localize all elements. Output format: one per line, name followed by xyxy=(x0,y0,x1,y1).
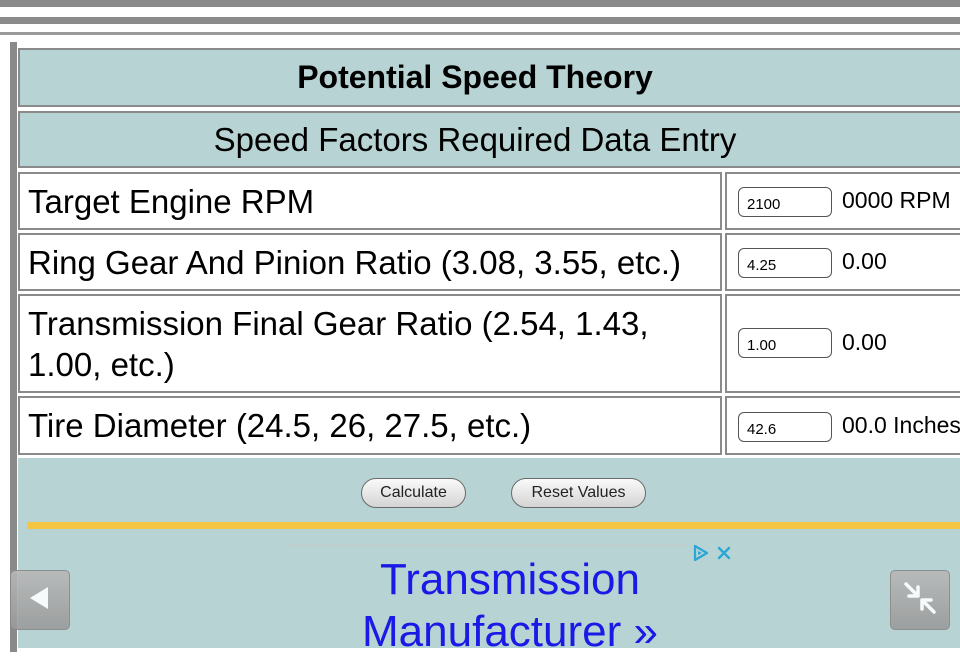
ad-top-rule xyxy=(287,545,687,546)
back-button[interactable] xyxy=(10,570,70,630)
top-rule-1 xyxy=(0,0,960,7)
ring-gear-value-cell: 0.00 xyxy=(725,233,960,291)
divider-line xyxy=(27,522,960,529)
top-rule-3 xyxy=(0,32,960,35)
tire-label: Tire Diameter (24.5, 26, 27.5, etc.) xyxy=(28,407,532,444)
transmission-label-cell: Transmission Final Gear Ratio (2.54, 1.4… xyxy=(18,294,722,393)
tire-value-cell: 00.0 Inches xyxy=(725,396,960,455)
section-subtitle: Speed Factors Required Data Entry xyxy=(213,120,737,158)
rpm-label-cell: Target Engine RPM xyxy=(18,172,722,230)
back-arrow-icon xyxy=(26,584,54,617)
transmission-label: Transmission Final Gear Ratio (2.54, 1.4… xyxy=(28,304,649,383)
ad-link[interactable]: Transmission Manufacturer » xyxy=(290,554,730,658)
subtitle-row: Speed Factors Required Data Entry xyxy=(18,111,960,168)
rpm-value-cell: 0000 RPM xyxy=(725,172,960,230)
exit-fullscreen-button[interactable] xyxy=(890,570,950,630)
calculate-button[interactable]: Calculate xyxy=(361,478,466,508)
reset-values-button[interactable]: Reset Values xyxy=(511,478,646,508)
transmission-input[interactable] xyxy=(738,328,832,358)
top-rule-2 xyxy=(0,17,960,24)
tire-label-cell: Tire Diameter (24.5, 26, 27.5, etc.) xyxy=(18,396,722,455)
tire-unit: 00.0 Inches xyxy=(842,412,960,438)
rpm-input[interactable] xyxy=(738,187,832,217)
tire-input[interactable] xyxy=(738,412,832,442)
title-row: Potential Speed Theory xyxy=(18,48,960,107)
rpm-unit: 0000 RPM xyxy=(842,187,951,213)
transmission-unit: 0.00 xyxy=(842,329,887,355)
ring-gear-label-cell: Ring Gear And Pinion Ratio (3.08, 3.55, … xyxy=(18,233,722,291)
transmission-value-cell: 0.00 xyxy=(725,294,960,393)
rpm-label: Target Engine RPM xyxy=(28,182,315,220)
ring-gear-input[interactable] xyxy=(738,248,832,278)
page-title: Potential Speed Theory xyxy=(297,59,653,95)
ring-gear-label: Ring Gear And Pinion Ratio (3.08, 3.55, … xyxy=(28,243,682,281)
ring-gear-unit: 0.00 xyxy=(842,248,887,274)
exit-fullscreen-icon xyxy=(903,581,937,620)
